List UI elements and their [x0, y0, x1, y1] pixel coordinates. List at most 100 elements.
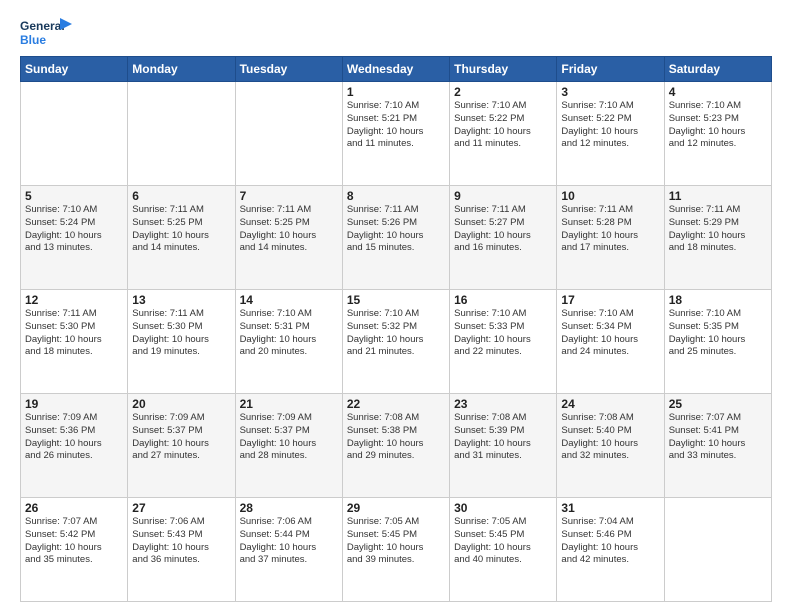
- day-number: 22: [347, 397, 445, 411]
- day-info: Sunrise: 7:11 AMSunset: 5:28 PMDaylight:…: [561, 204, 659, 255]
- calendar-cell: [664, 498, 771, 602]
- svg-text:Blue: Blue: [20, 33, 46, 47]
- day-info: Sunrise: 7:09 AMSunset: 5:37 PMDaylight:…: [132, 412, 230, 463]
- day-number: 1: [347, 85, 445, 99]
- calendar-cell: 4Sunrise: 7:10 AMSunset: 5:23 PMDaylight…: [664, 82, 771, 186]
- day-info: Sunrise: 7:05 AMSunset: 5:45 PMDaylight:…: [347, 516, 445, 567]
- calendar-cell: 26Sunrise: 7:07 AMSunset: 5:42 PMDayligh…: [21, 498, 128, 602]
- column-header-tuesday: Tuesday: [235, 57, 342, 82]
- calendar-table: SundayMondayTuesdayWednesdayThursdayFrid…: [20, 56, 772, 602]
- day-info: Sunrise: 7:08 AMSunset: 5:40 PMDaylight:…: [561, 412, 659, 463]
- week-row-3: 12Sunrise: 7:11 AMSunset: 5:30 PMDayligh…: [21, 290, 772, 394]
- day-info: Sunrise: 7:06 AMSunset: 5:44 PMDaylight:…: [240, 516, 338, 567]
- day-info: Sunrise: 7:07 AMSunset: 5:41 PMDaylight:…: [669, 412, 767, 463]
- calendar-cell: [21, 82, 128, 186]
- day-number: 7: [240, 189, 338, 203]
- day-number: 23: [454, 397, 552, 411]
- calendar-cell: 22Sunrise: 7:08 AMSunset: 5:38 PMDayligh…: [342, 394, 449, 498]
- calendar-cell: 31Sunrise: 7:04 AMSunset: 5:46 PMDayligh…: [557, 498, 664, 602]
- day-info: Sunrise: 7:09 AMSunset: 5:37 PMDaylight:…: [240, 412, 338, 463]
- day-info: Sunrise: 7:11 AMSunset: 5:30 PMDaylight:…: [25, 308, 123, 359]
- column-header-sunday: Sunday: [21, 57, 128, 82]
- calendar-cell: 2Sunrise: 7:10 AMSunset: 5:22 PMDaylight…: [450, 82, 557, 186]
- calendar-cell: 11Sunrise: 7:11 AMSunset: 5:29 PMDayligh…: [664, 186, 771, 290]
- day-number: 30: [454, 501, 552, 515]
- calendar-cell: [128, 82, 235, 186]
- day-info: Sunrise: 7:08 AMSunset: 5:39 PMDaylight:…: [454, 412, 552, 463]
- day-number: 5: [25, 189, 123, 203]
- logo-icon: GeneralBlue: [20, 16, 74, 48]
- day-number: 3: [561, 85, 659, 99]
- calendar-cell: 15Sunrise: 7:10 AMSunset: 5:32 PMDayligh…: [342, 290, 449, 394]
- calendar-cell: 20Sunrise: 7:09 AMSunset: 5:37 PMDayligh…: [128, 394, 235, 498]
- day-number: 19: [25, 397, 123, 411]
- calendar-cell: 21Sunrise: 7:09 AMSunset: 5:37 PMDayligh…: [235, 394, 342, 498]
- calendar-cell: 7Sunrise: 7:11 AMSunset: 5:25 PMDaylight…: [235, 186, 342, 290]
- column-header-thursday: Thursday: [450, 57, 557, 82]
- day-number: 29: [347, 501, 445, 515]
- calendar-cell: 17Sunrise: 7:10 AMSunset: 5:34 PMDayligh…: [557, 290, 664, 394]
- calendar-cell: 13Sunrise: 7:11 AMSunset: 5:30 PMDayligh…: [128, 290, 235, 394]
- day-info: Sunrise: 7:09 AMSunset: 5:36 PMDaylight:…: [25, 412, 123, 463]
- day-number: 28: [240, 501, 338, 515]
- header-row: SundayMondayTuesdayWednesdayThursdayFrid…: [21, 57, 772, 82]
- calendar-cell: 14Sunrise: 7:10 AMSunset: 5:31 PMDayligh…: [235, 290, 342, 394]
- day-number: 10: [561, 189, 659, 203]
- calendar-cell: 23Sunrise: 7:08 AMSunset: 5:39 PMDayligh…: [450, 394, 557, 498]
- day-info: Sunrise: 7:05 AMSunset: 5:45 PMDaylight:…: [454, 516, 552, 567]
- day-number: 18: [669, 293, 767, 307]
- column-header-friday: Friday: [557, 57, 664, 82]
- day-number: 12: [25, 293, 123, 307]
- day-info: Sunrise: 7:11 AMSunset: 5:25 PMDaylight:…: [240, 204, 338, 255]
- day-info: Sunrise: 7:10 AMSunset: 5:32 PMDaylight:…: [347, 308, 445, 359]
- day-number: 2: [454, 85, 552, 99]
- day-number: 31: [561, 501, 659, 515]
- day-info: Sunrise: 7:11 AMSunset: 5:25 PMDaylight:…: [132, 204, 230, 255]
- day-info: Sunrise: 7:11 AMSunset: 5:26 PMDaylight:…: [347, 204, 445, 255]
- day-info: Sunrise: 7:10 AMSunset: 5:22 PMDaylight:…: [561, 100, 659, 151]
- calendar-cell: [235, 82, 342, 186]
- calendar-cell: 18Sunrise: 7:10 AMSunset: 5:35 PMDayligh…: [664, 290, 771, 394]
- day-number: 15: [347, 293, 445, 307]
- day-info: Sunrise: 7:11 AMSunset: 5:30 PMDaylight:…: [132, 308, 230, 359]
- logo: GeneralBlue: [20, 16, 74, 48]
- column-header-monday: Monday: [128, 57, 235, 82]
- column-header-saturday: Saturday: [664, 57, 771, 82]
- day-info: Sunrise: 7:10 AMSunset: 5:21 PMDaylight:…: [347, 100, 445, 151]
- day-number: 13: [132, 293, 230, 307]
- calendar-cell: 19Sunrise: 7:09 AMSunset: 5:36 PMDayligh…: [21, 394, 128, 498]
- column-header-wednesday: Wednesday: [342, 57, 449, 82]
- calendar-cell: 3Sunrise: 7:10 AMSunset: 5:22 PMDaylight…: [557, 82, 664, 186]
- week-row-2: 5Sunrise: 7:10 AMSunset: 5:24 PMDaylight…: [21, 186, 772, 290]
- day-info: Sunrise: 7:11 AMSunset: 5:29 PMDaylight:…: [669, 204, 767, 255]
- day-number: 20: [132, 397, 230, 411]
- calendar-cell: 29Sunrise: 7:05 AMSunset: 5:45 PMDayligh…: [342, 498, 449, 602]
- day-info: Sunrise: 7:11 AMSunset: 5:27 PMDaylight:…: [454, 204, 552, 255]
- day-number: 4: [669, 85, 767, 99]
- week-row-4: 19Sunrise: 7:09 AMSunset: 5:36 PMDayligh…: [21, 394, 772, 498]
- calendar-cell: 5Sunrise: 7:10 AMSunset: 5:24 PMDaylight…: [21, 186, 128, 290]
- day-number: 24: [561, 397, 659, 411]
- calendar-cell: 10Sunrise: 7:11 AMSunset: 5:28 PMDayligh…: [557, 186, 664, 290]
- calendar-cell: 12Sunrise: 7:11 AMSunset: 5:30 PMDayligh…: [21, 290, 128, 394]
- day-info: Sunrise: 7:06 AMSunset: 5:43 PMDaylight:…: [132, 516, 230, 567]
- day-number: 25: [669, 397, 767, 411]
- calendar-cell: 8Sunrise: 7:11 AMSunset: 5:26 PMDaylight…: [342, 186, 449, 290]
- svg-text:General: General: [20, 19, 65, 33]
- page: GeneralBlue SundayMondayTuesdayWednesday…: [0, 0, 792, 612]
- calendar-cell: 25Sunrise: 7:07 AMSunset: 5:41 PMDayligh…: [664, 394, 771, 498]
- calendar-cell: 1Sunrise: 7:10 AMSunset: 5:21 PMDaylight…: [342, 82, 449, 186]
- day-number: 27: [132, 501, 230, 515]
- day-info: Sunrise: 7:10 AMSunset: 5:31 PMDaylight:…: [240, 308, 338, 359]
- day-info: Sunrise: 7:04 AMSunset: 5:46 PMDaylight:…: [561, 516, 659, 567]
- day-info: Sunrise: 7:10 AMSunset: 5:34 PMDaylight:…: [561, 308, 659, 359]
- day-info: Sunrise: 7:07 AMSunset: 5:42 PMDaylight:…: [25, 516, 123, 567]
- day-number: 8: [347, 189, 445, 203]
- day-number: 11: [669, 189, 767, 203]
- calendar-cell: 9Sunrise: 7:11 AMSunset: 5:27 PMDaylight…: [450, 186, 557, 290]
- calendar-cell: 27Sunrise: 7:06 AMSunset: 5:43 PMDayligh…: [128, 498, 235, 602]
- day-info: Sunrise: 7:10 AMSunset: 5:23 PMDaylight:…: [669, 100, 767, 151]
- day-number: 16: [454, 293, 552, 307]
- day-number: 17: [561, 293, 659, 307]
- day-info: Sunrise: 7:08 AMSunset: 5:38 PMDaylight:…: [347, 412, 445, 463]
